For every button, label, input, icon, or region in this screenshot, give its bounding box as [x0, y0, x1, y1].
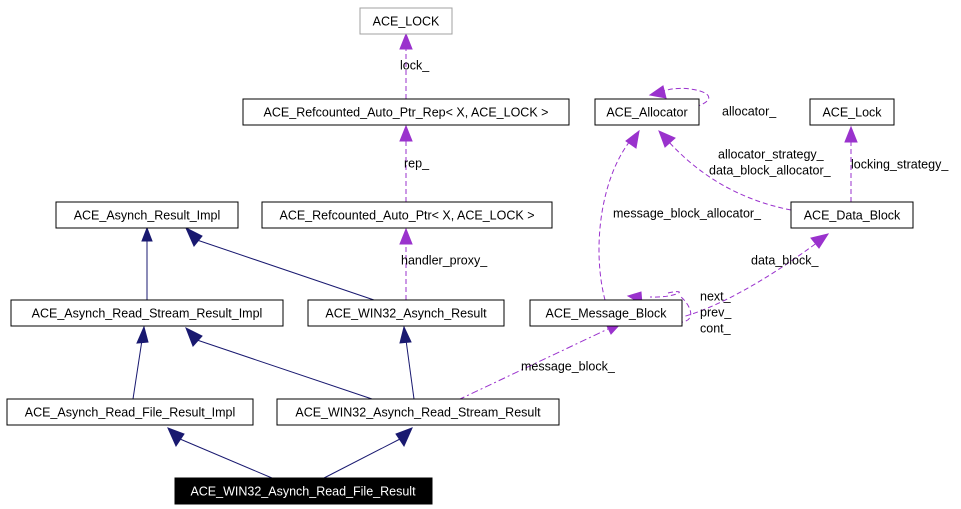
node-ace-win32-asynch-result[interactable]: ACE_WIN32_Asynch_Result — [307, 299, 505, 327]
node-ace-win32-asynch-result-label: ACE_WIN32_Asynch_Result — [325, 306, 487, 320]
node-ace-refcounted-auto-ptr-rep-label: ACE_Refcounted_Auto_Ptr_Rep< X, ACE_LOCK… — [264, 105, 549, 119]
edge-label-message-block-allocator: message_block_allocator_ — [613, 206, 762, 220]
node-ace-message-block-label: ACE_Message_Block — [546, 306, 668, 320]
node-ace-allocator[interactable]: ACE_Allocator — [594, 98, 700, 126]
edge-label-locking-strategy: locking_strategy_ — [851, 157, 949, 171]
edge-win32-asynch-read-file-result-to-asynch-read-file-result-impl — [167, 427, 273, 479]
edge-label-lock: lock_ — [400, 58, 430, 72]
node-ace-lock-class-label: ACE_Lock — [822, 105, 882, 119]
node-ace-lock-class[interactable]: ACE_Lock — [809, 98, 895, 126]
edge-win32-asynch-read-stream-result-to-win32-asynch-result — [399, 325, 415, 400]
edge-label-allocator-strategy: allocator_strategy_ — [718, 147, 825, 161]
node-ace-asynch-read-file-result-impl[interactable]: ACE_Asynch_Read_File_Result_Impl — [6, 398, 254, 426]
node-ace-win32-asynch-read-file-result[interactable]: ACE_WIN32_Asynch_Read_File_Result — [174, 477, 433, 505]
edge-label-message-block: message_block_ — [521, 359, 616, 373]
edge-data-block — [669, 233, 830, 321]
node-ace-asynch-result-impl[interactable]: ACE_Asynch_Result_Impl — [55, 201, 239, 229]
edge-win32-asynch-read-file-result-to-win32-asynch-read-stream-result — [323, 427, 413, 479]
collaboration-diagram: lock_ rep_ allocator_ allocator_strategy… — [0, 0, 961, 509]
node-ace-lock-label: ACE_LOCK — [373, 14, 440, 28]
node-ace-win32-asynch-read-stream-result[interactable]: ACE_WIN32_Asynch_Read_Stream_Result — [276, 398, 560, 426]
node-ace-lock[interactable]: ACE_LOCK — [359, 7, 453, 35]
node-ace-asynch-read-stream-result-impl[interactable]: ACE_Asynch_Read_Stream_Result_Impl — [10, 299, 284, 327]
node-ace-asynch-read-stream-result-impl-label: ACE_Asynch_Read_Stream_Result_Impl — [32, 306, 263, 320]
inheritance-edges — [132, 226, 415, 479]
edge-win32-asynch-result-to-asynch-result-impl — [184, 226, 375, 301]
edge-asynch-read-stream-result-impl-to-asynch-result-impl — [141, 226, 153, 300]
edge-label-cont: cont_ — [700, 321, 732, 335]
edge-label-handler-proxy: handler_proxy_ — [401, 253, 488, 267]
edge-label-data-block-allocator: data_block_allocator_ — [709, 163, 832, 177]
node-ace-data-block-label: ACE_Data_Block — [804, 208, 901, 222]
edge-win32-asynch-read-stream-result-to-asynch-read-stream-result-impl — [185, 326, 373, 400]
node-ace-data-block[interactable]: ACE_Data_Block — [790, 201, 914, 229]
node-ace-allocator-label: ACE_Allocator — [606, 105, 687, 119]
edge-label-allocator: allocator_ — [722, 104, 777, 118]
node-ace-message-block[interactable]: ACE_Message_Block — [529, 299, 683, 327]
edge-asynch-read-file-result-impl-to-asynch-read-stream-result-impl — [132, 325, 149, 400]
edge-label-prev: prev_ — [700, 305, 732, 319]
edge-label-rep: rep_ — [404, 156, 430, 170]
node-ace-refcounted-auto-ptr[interactable]: ACE_Refcounted_Auto_Ptr< X, ACE_LOCK > — [261, 201, 553, 229]
node-ace-asynch-result-impl-label: ACE_Asynch_Result_Impl — [74, 208, 221, 222]
node-ace-refcounted-auto-ptr-label: ACE_Refcounted_Auto_Ptr< X, ACE_LOCK > — [279, 208, 534, 222]
edge-label-next: next_ — [700, 289, 732, 303]
node-ace-refcounted-auto-ptr-rep[interactable]: ACE_Refcounted_Auto_Ptr_Rep< X, ACE_LOCK… — [242, 98, 570, 126]
node-ace-win32-asynch-read-stream-result-label: ACE_WIN32_Asynch_Read_Stream_Result — [295, 405, 541, 419]
diagram-canvas: lock_ rep_ allocator_ allocator_strategy… — [6, 7, 949, 505]
node-ace-asynch-read-file-result-impl-label: ACE_Asynch_Read_File_Result_Impl — [25, 405, 236, 419]
node-ace-win32-asynch-read-file-result-label: ACE_WIN32_Asynch_Read_File_Result — [190, 484, 416, 498]
edge-label-data-block: data_block_ — [751, 253, 819, 267]
